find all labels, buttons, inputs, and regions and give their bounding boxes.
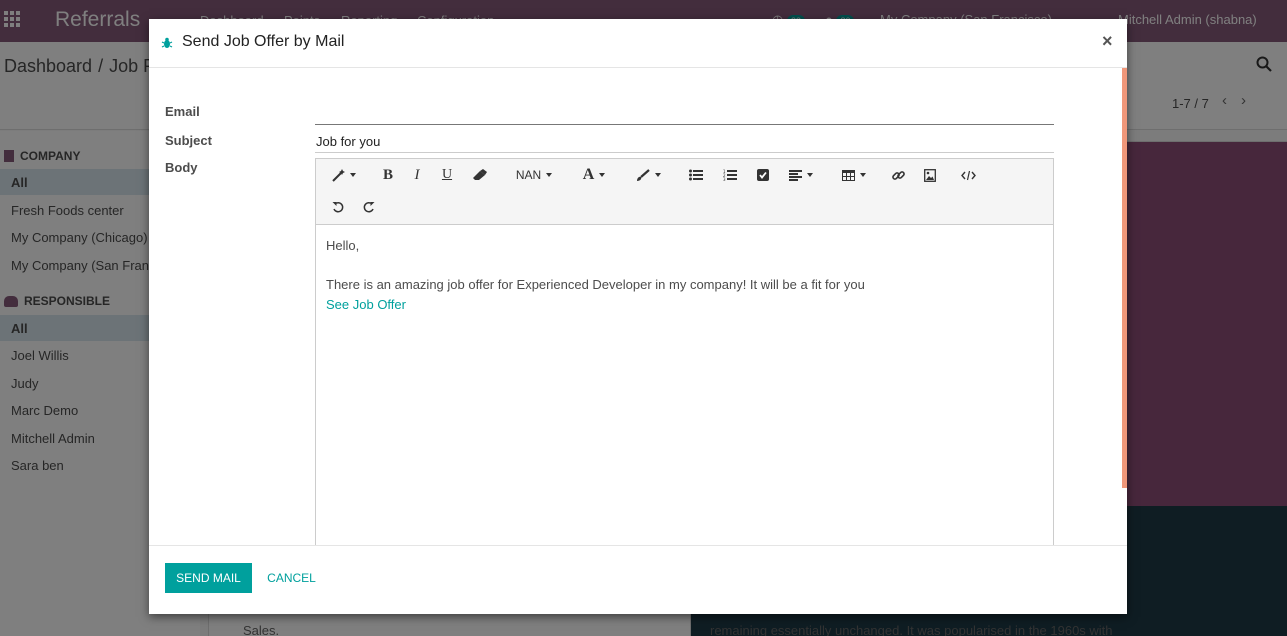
editor-content[interactable]: Hello, There is an amazing job offer for… [326,236,1046,314]
link-icon [891,170,905,180]
font-color-icon: A [582,166,595,183]
font-color-dropdown[interactable]: A [581,165,607,185]
bullet-list-icon [689,169,703,181]
font-size-value: NAN [515,168,542,182]
body-greeting: Hello, [326,238,360,253]
checklist-button[interactable] [755,165,771,185]
eraser-button[interactable] [471,165,487,185]
numbered-list-icon: 123 [723,169,737,181]
code-icon [960,170,976,180]
bullet-list-button[interactable] [688,165,704,185]
html-editor: B I U NAN A 123 Hello, There is an amazi… [315,158,1054,545]
paragraph-align-dropdown[interactable] [787,165,815,185]
body-label: Body [165,160,198,175]
style-dropdown[interactable] [330,165,358,185]
bug-icon[interactable] [161,37,173,49]
dialog-header: Send Job Offer by Mail × [149,19,1127,68]
table-icon [842,169,855,181]
link-button[interactable] [890,165,906,185]
paint-brush-icon [636,168,650,181]
scrollbar-thumb[interactable] [1122,68,1127,488]
subject-label: Subject [165,133,212,148]
undo-icon [332,201,344,213]
dialog-body: Email Subject Body B I U NAN A [149,68,1127,545]
send-job-offer-dialog: Send Job Offer by Mail × Email Subject B… [149,19,1127,614]
dialog-title: Send Job Offer by Mail [182,33,345,50]
eraser-icon [472,169,487,180]
image-icon [924,168,936,182]
redo-icon [363,201,375,213]
image-button[interactable] [922,165,938,185]
undo-button[interactable] [330,197,346,217]
align-left-icon [789,169,802,181]
see-job-offer-link[interactable]: See Job Offer [326,297,406,312]
close-icon[interactable]: × [1102,31,1113,51]
editor-toolbar: B I U NAN A 123 [316,159,1053,225]
bold-button[interactable]: B [380,165,396,185]
table-dropdown[interactable] [840,165,868,185]
subject-field[interactable] [315,131,1054,153]
numbered-list-button[interactable]: 123 [722,165,738,185]
dialog-footer: SEND MAIL CANCEL [149,545,1127,614]
cancel-button[interactable]: CANCEL [260,563,323,593]
checkbox-icon [757,169,769,181]
send-mail-button[interactable]: SEND MAIL [165,563,252,593]
svg-text:3: 3 [723,177,726,181]
fill-color-dropdown[interactable] [634,165,662,185]
magic-wand-icon [332,168,345,182]
redo-button[interactable] [361,197,377,217]
italic-button[interactable]: I [411,165,423,185]
code-view-button[interactable] [959,165,977,185]
body-message: There is an amazing job offer for Experi… [326,277,865,292]
email-label: Email [165,104,200,119]
underline-button[interactable]: U [440,165,454,185]
font-size-dropdown[interactable]: NAN [512,165,556,185]
email-field[interactable] [315,103,1054,125]
